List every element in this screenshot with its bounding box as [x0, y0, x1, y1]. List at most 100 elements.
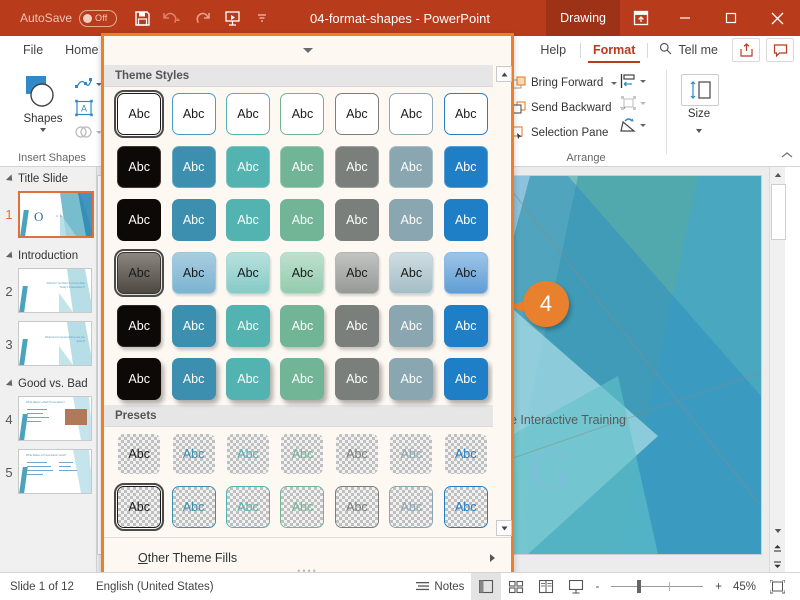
shape-style-swatch[interactable]: Abc — [389, 146, 434, 188]
shape-style-swatch[interactable]: Abc — [226, 199, 271, 241]
chevron-down-icon[interactable] — [640, 123, 646, 127]
shape-style-swatch[interactable]: Abc — [280, 358, 325, 400]
autosave-switch[interactable]: Off — [79, 9, 118, 27]
shape-style-swatch[interactable]: Abc — [334, 199, 379, 241]
shape-style-swatch[interactable]: Abc — [117, 146, 162, 188]
gallery-scroll-down-button[interactable] — [496, 520, 512, 536]
shape-style-swatch[interactable]: Abc — [389, 486, 434, 528]
ribbon-display-options-icon[interactable] — [620, 0, 662, 36]
shape-style-swatch[interactable]: Abc — [117, 358, 162, 400]
redo-icon[interactable] — [187, 3, 217, 33]
shape-style-swatch[interactable]: Abc — [443, 252, 488, 294]
chevron-down-icon[interactable] — [40, 128, 46, 132]
shape-style-swatch[interactable]: Abc — [117, 305, 162, 347]
rotate-button[interactable] — [620, 114, 646, 136]
shape-style-swatch[interactable]: Abc — [172, 433, 216, 475]
customize-qat-icon[interactable] — [247, 3, 277, 33]
shape-style-swatch[interactable]: Abc — [226, 358, 271, 400]
shape-style-swatch[interactable]: Abc — [171, 93, 216, 135]
undo-icon[interactable] — [157, 3, 187, 33]
start-slideshow-icon[interactable] — [217, 3, 247, 33]
slide-thumbnail-item[interactable]: 4 What Makes a Bad Presentation? — [0, 394, 96, 447]
shape-style-swatch[interactable]: Abc — [443, 199, 488, 241]
scroll-down-button[interactable] — [770, 523, 785, 539]
chevron-down-icon[interactable] — [302, 48, 313, 53]
notes-button[interactable]: Notes — [409, 573, 471, 600]
language-label[interactable]: English (United States) — [96, 581, 214, 593]
collapse-triangle-icon[interactable] — [5, 174, 16, 184]
shape-style-swatch[interactable]: Abc — [226, 486, 271, 528]
slide-thumbnail-pane[interactable]: Title Slide 1 O C. G. Introduction 2 Wha… — [0, 167, 97, 573]
shape-style-swatch[interactable]: Abc — [280, 433, 324, 475]
slide-count-label[interactable]: Slide 1 of 12 — [10, 581, 74, 593]
chevron-down-icon[interactable] — [696, 129, 702, 133]
slide-thumbnail-item[interactable]: 5 What Makes a Presentation Good? — [0, 447, 96, 500]
shape-style-swatch[interactable]: Abc — [226, 433, 270, 475]
shape-style-swatch[interactable]: Abc — [226, 146, 271, 188]
shape-style-swatch[interactable]: Abc — [171, 358, 216, 400]
shape-style-swatch[interactable]: Abc — [280, 199, 325, 241]
align-button[interactable] — [620, 70, 646, 92]
shape-style-swatch[interactable]: Abc — [389, 305, 434, 347]
comments-button[interactable] — [766, 38, 794, 62]
shape-style-swatch[interactable]: Abc — [114, 249, 165, 297]
previous-slide-button[interactable] — [770, 540, 785, 556]
scrollbar-thumb[interactable] — [771, 184, 786, 240]
gallery-scrollbar[interactable] — [495, 65, 512, 538]
shape-style-swatch[interactable]: Abc — [334, 93, 379, 135]
shape-style-swatch[interactable]: Abc — [389, 252, 434, 294]
shape-style-swatch[interactable]: Abc — [335, 433, 379, 475]
shape-style-swatch[interactable]: Abc — [280, 486, 325, 528]
zoom-out-button[interactable]: - — [591, 573, 603, 600]
slide-thumbnail-item[interactable]: 3 What kind of presentations are you giv… — [0, 319, 96, 372]
chevron-down-icon[interactable] — [640, 79, 646, 83]
close-button[interactable] — [754, 0, 800, 36]
shape-style-swatch[interactable]: Abc — [443, 93, 488, 135]
shape-style-swatch[interactable]: Abc — [226, 305, 271, 347]
shape-style-swatch[interactable]: Abc — [171, 305, 216, 347]
reading-view-button[interactable] — [531, 573, 561, 600]
save-icon[interactable] — [127, 3, 157, 33]
selection-pane-button[interactable]: Selection Pane — [512, 122, 608, 144]
zoom-slider[interactable] — [611, 580, 704, 593]
shape-style-swatch[interactable]: Abc — [389, 199, 434, 241]
contextual-tab-drawing[interactable]: Drawing — [546, 0, 620, 36]
shape-style-swatch[interactable]: Abc — [443, 305, 488, 347]
shape-style-swatch[interactable]: Abc — [226, 93, 271, 135]
text-box-button[interactable]: A — [74, 96, 104, 120]
section-header[interactable]: Introduction — [0, 244, 96, 266]
shape-style-swatch[interactable]: Abc — [226, 252, 271, 294]
shape-style-swatch[interactable]: Abc — [389, 93, 434, 135]
autosave-toggle[interactable]: AutoSave Off — [20, 0, 118, 36]
slide-thumbnail-item[interactable]: 2 What Do You Want To Know After Today's… — [0, 266, 96, 319]
shape-style-swatch[interactable]: Abc — [171, 199, 216, 241]
slide-sorter-view-button[interactable] — [501, 573, 531, 600]
shape-style-swatch[interactable]: Abc — [443, 486, 488, 528]
tab-format[interactable]: Format — [584, 36, 644, 64]
shape-styles-gallery-dropdown[interactable]: Theme Styles Abc Abc Abc Abc Abc Abc Abc Abc Abc A… — [101, 33, 514, 581]
collapse-ribbon-button[interactable] — [780, 149, 794, 164]
normal-view-button[interactable] — [471, 573, 502, 600]
shape-style-swatch[interactable]: Abc — [280, 146, 325, 188]
tab-file[interactable]: File — [12, 36, 54, 64]
shape-style-swatch[interactable]: Abc — [389, 433, 433, 475]
shape-style-swatch[interactable]: Abc — [280, 93, 325, 135]
tab-help[interactable]: Help — [529, 36, 577, 64]
shapes-gallery-button[interactable]: Shapes — [13, 72, 73, 132]
collapse-triangle-icon[interactable] — [5, 379, 16, 389]
shape-style-swatch[interactable]: Abc — [171, 146, 216, 188]
shape-style-swatch[interactable]: Abc — [114, 90, 165, 138]
edit-shape-button[interactable] — [74, 72, 104, 96]
chevron-down-icon[interactable] — [611, 81, 618, 85]
shape-style-swatch[interactable]: Abc — [171, 252, 216, 294]
shape-style-swatch[interactable]: Abc — [117, 433, 161, 475]
shape-style-swatch[interactable]: Abc — [334, 358, 379, 400]
share-button[interactable] — [732, 38, 760, 62]
collapse-triangle-icon[interactable] — [5, 251, 16, 261]
shape-style-swatch[interactable]: Abc — [171, 486, 216, 528]
shape-style-swatch[interactable]: Abc — [114, 483, 165, 531]
shape-style-swatch[interactable]: Abc — [443, 146, 488, 188]
fit-slide-to-window-button[interactable] — [762, 573, 792, 600]
canvas-vertical-scrollbar[interactable] — [769, 167, 786, 573]
minimize-button[interactable] — [662, 0, 708, 36]
